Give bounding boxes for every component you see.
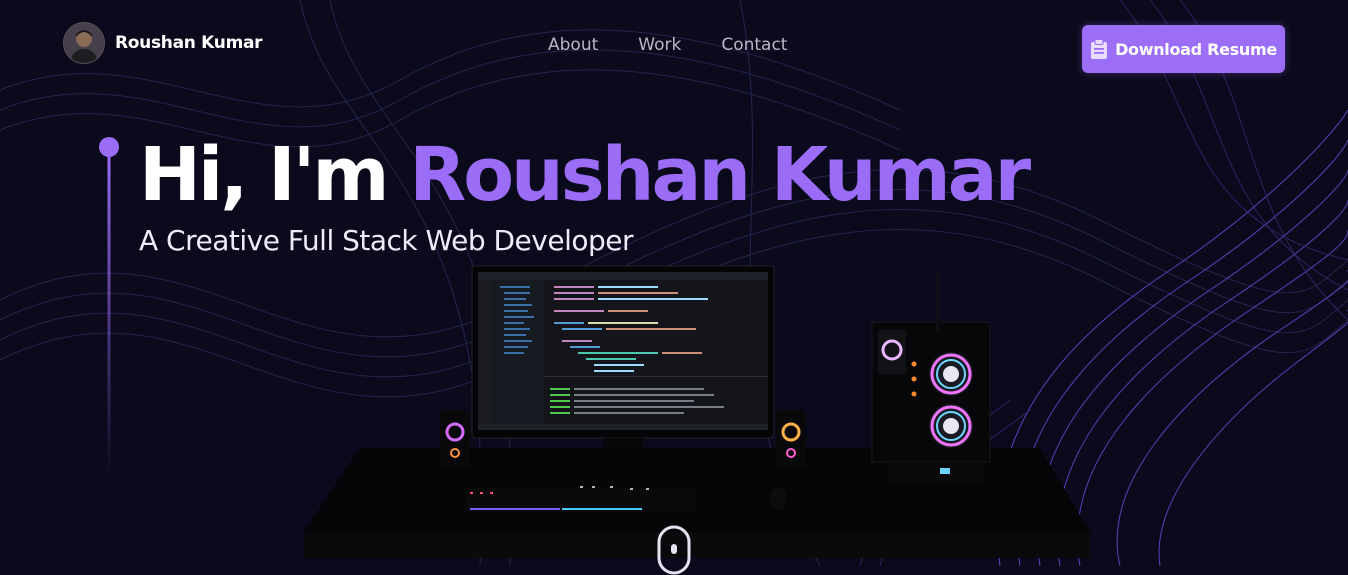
nav-link-work[interactable]: Work (638, 35, 681, 55)
hero-name: Roushan Kumar (409, 132, 1031, 218)
desk-setup-illustration (304, 265, 1090, 558)
avatar-portrait-icon (64, 23, 104, 63)
scroll-down-mouse-icon[interactable] (657, 525, 691, 575)
nav-links: About Work Contact (548, 35, 787, 55)
download-resume-button[interactable]: Download Resume (1082, 25, 1285, 73)
hero-title: Hi, I'm Roushan Kumar (139, 130, 1031, 220)
avatar (63, 22, 105, 64)
hero-subtitle: A Creative Full Stack Web Developer (139, 224, 634, 257)
nav-link-about[interactable]: About (548, 35, 598, 55)
brand[interactable]: Roushan Kumar (63, 22, 263, 64)
brand-name: Roushan Kumar (115, 33, 263, 53)
nav-link-contact[interactable]: Contact (721, 35, 787, 55)
timeline-decoration (99, 137, 119, 476)
download-resume-label: Download Resume (1115, 39, 1277, 59)
clipboard-icon (1091, 39, 1108, 59)
hero-greeting: Hi, I'm (139, 132, 410, 218)
